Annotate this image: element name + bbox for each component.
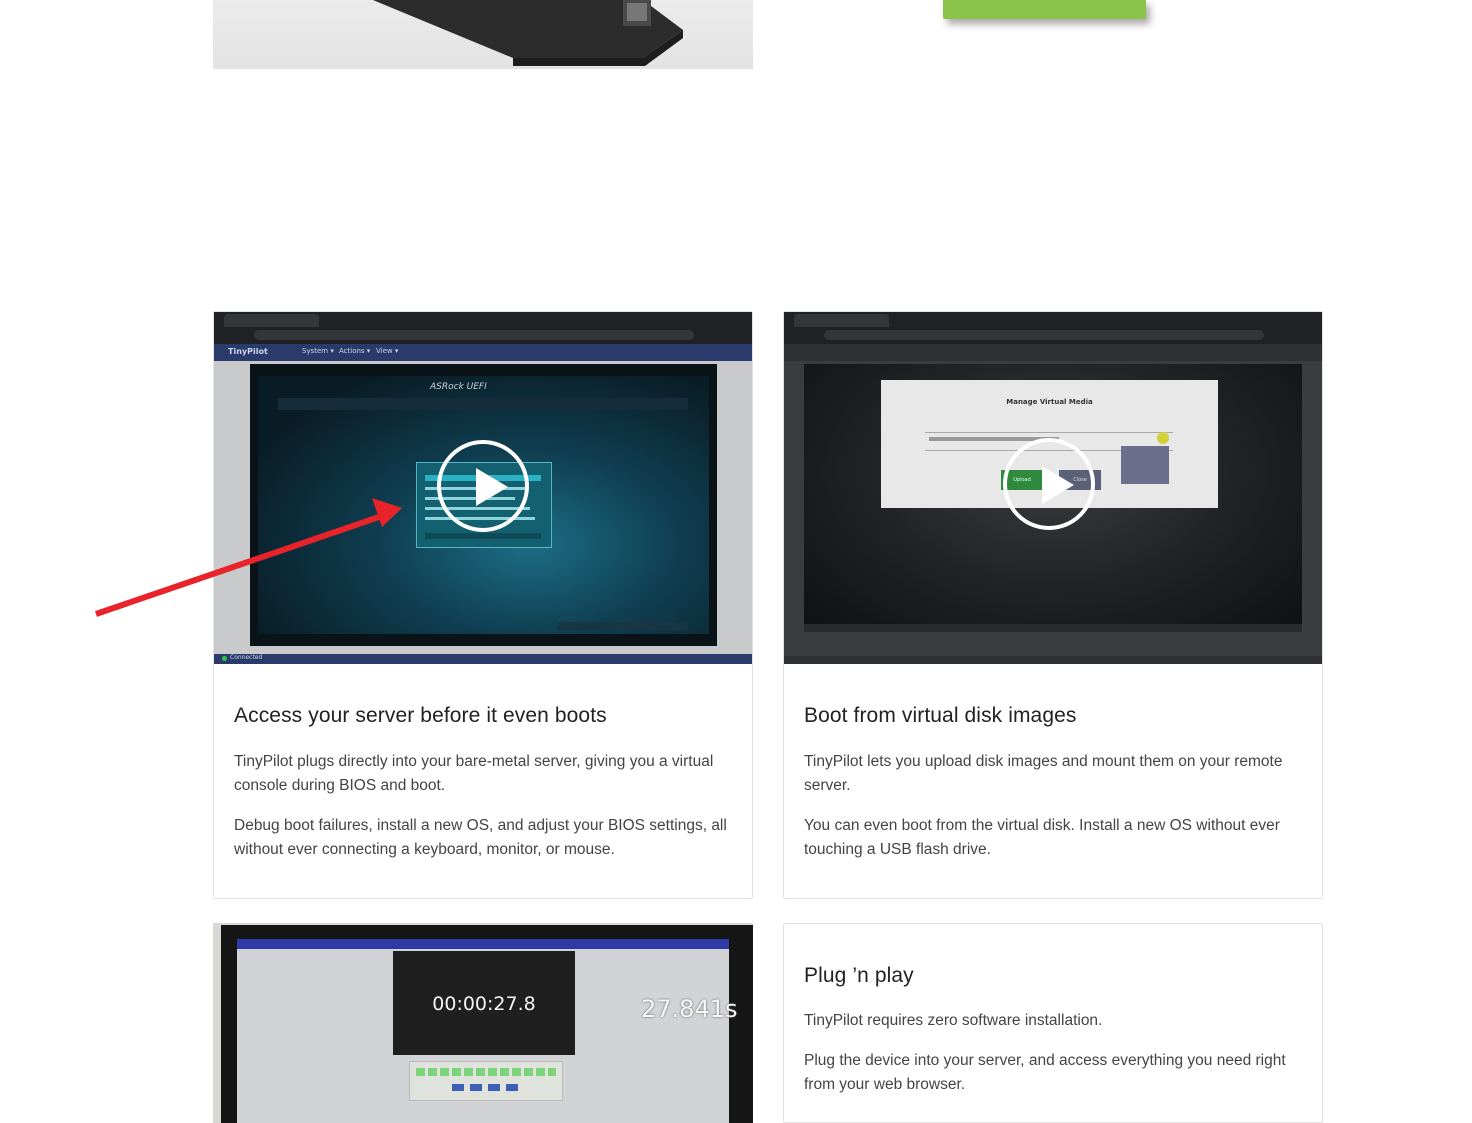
video-thumbnail-bios[interactable]: TinyPilot System ▾ Actions ▾ View ▾ ASRo… [214, 312, 752, 664]
status-dot [222, 656, 227, 661]
video-thumbnail-virtual-media[interactable]: Manage Virtual Media Upload Close [784, 312, 1322, 664]
screen-titlebar [237, 939, 729, 949]
browser-chrome [784, 312, 1322, 344]
browser-chrome [214, 312, 752, 344]
feature-title: Boot from virtual disk images [804, 704, 1077, 727]
status-bar: Connected [214, 654, 752, 664]
stopwatch-timer: 00:00:27.8 [432, 993, 536, 1015]
monitor-screen: 00:00:27.8 27.841s [237, 939, 737, 1123]
stopwatch-video: 00:00:27.8 [393, 951, 575, 1055]
browser-address-bar [824, 330, 1264, 340]
feature-card-latency: 00:00:27.8 27.841s [213, 923, 753, 1123]
uefi-menubar [278, 398, 688, 410]
feature-title: Plug ’n play [804, 964, 914, 987]
uefi-heading: ASRock UEFI [430, 382, 487, 392]
play-icon[interactable] [1003, 438, 1095, 530]
feature-paragraph: You can even boot from the virtual disk.… [804, 817, 1280, 858]
feature-card-virtual-media: Manage Virtual Media Upload Close Boot f… [783, 311, 1323, 899]
feature-paragraph: TinyPilot lets you upload disk images an… [804, 753, 1283, 794]
feature-card-plug-n-play: Plug ’n play TinyPilot requires zero sof… [783, 923, 1323, 1123]
cursor-highlight [1157, 432, 1169, 444]
feature-paragraph: Debug boot failures, install a new OS, a… [234, 817, 727, 858]
feature-paragraph: Plug the device into your server, and ac… [804, 1052, 1286, 1093]
browser-tab [224, 314, 319, 327]
dialog-title: Manage Virtual Media [1006, 398, 1093, 406]
actions-dropdown [1121, 446, 1169, 484]
tinypilot-nav-dimmed [784, 344, 1322, 361]
nav-item-actions: Actions ▾ [339, 347, 371, 355]
status-text: Connected [230, 654, 263, 661]
nav-brand: TinyPilot [228, 347, 268, 356]
latency-photo: 00:00:27.8 27.841s [213, 923, 753, 1123]
feature-title: Access your server before it even boots [234, 704, 607, 727]
virtual-keyboard [409, 1061, 563, 1101]
nav-item-view: View ▾ [376, 347, 399, 355]
device-photo [213, 0, 753, 69]
feature-paragraph: TinyPilot plugs directly into your bare-… [234, 753, 714, 794]
feature-card-bios: TinyPilot System ▾ Actions ▾ View ▾ ASRo… [213, 311, 753, 899]
browser-tab [794, 314, 889, 327]
play-icon[interactable] [437, 440, 529, 532]
screen-footer [804, 624, 1302, 632]
status-bar [784, 656, 1322, 664]
measured-latency: 27.841s [641, 995, 738, 1023]
nav-item-system: System ▾ [302, 347, 334, 355]
tinypilot-nav: TinyPilot System ▾ Actions ▾ View ▾ [214, 344, 752, 361]
cta-button[interactable] [943, 0, 1146, 19]
uefi-clock [558, 622, 688, 630]
device-photo-graphic [373, 0, 683, 66]
feature-paragraph: TinyPilot requires zero software install… [804, 1012, 1103, 1029]
browser-address-bar [254, 330, 694, 340]
